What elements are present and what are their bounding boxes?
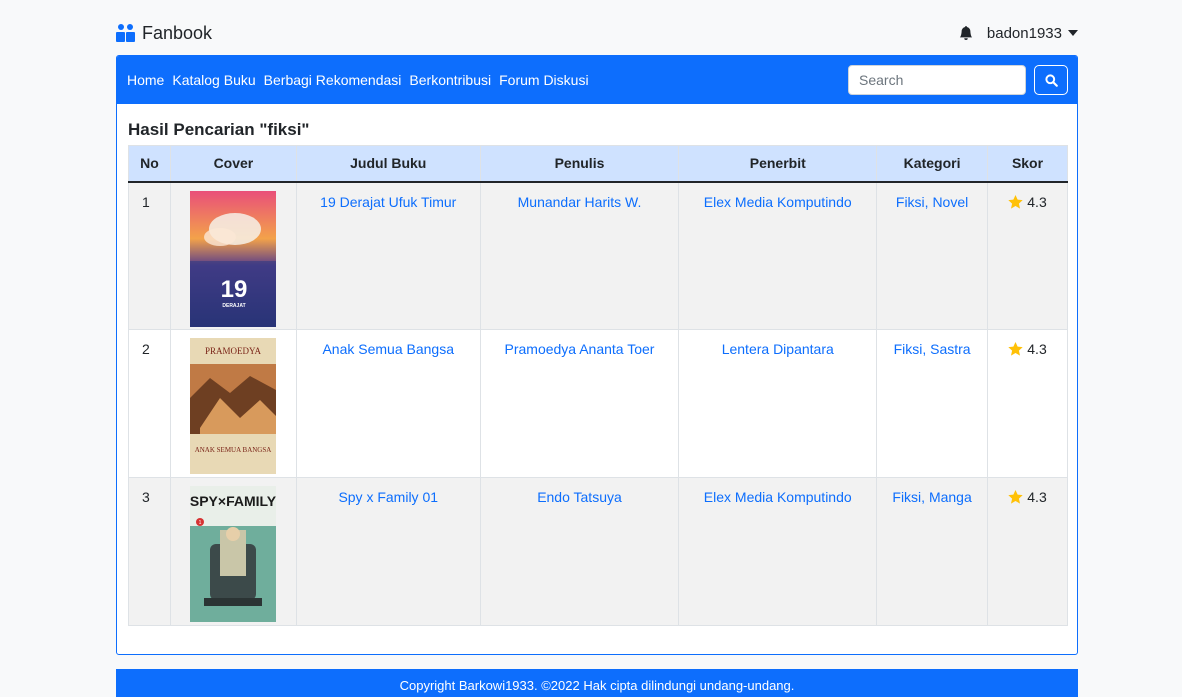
book-title-link[interactable]: Anak Semua Bangsa	[322, 341, 454, 357]
cover-cell: 19 DERAJAT	[169, 181, 297, 330]
column-header-skor: Skor	[987, 145, 1068, 183]
cover-volume-text: 1	[199, 520, 202, 526]
publisher-link[interactable]: Elex Media Komputindo	[704, 194, 852, 210]
book-title-cell: Anak Semua Bangsa	[295, 329, 481, 478]
book-title-link[interactable]: 19 Derajat Ufuk Timur	[320, 194, 456, 210]
caret-down-icon	[1068, 30, 1078, 36]
search-button[interactable]	[1034, 65, 1068, 95]
score-cell: 4.3	[987, 181, 1068, 330]
category-cell: Fiksi, Novel	[876, 181, 989, 330]
top-bar: Fanbook badon1933	[116, 18, 1078, 48]
score-value: 4.3	[1027, 193, 1047, 210]
book-title-cell: 19 Derajat Ufuk Timur	[295, 181, 481, 330]
brand[interactable]: Fanbook	[116, 23, 212, 44]
search-input[interactable]	[848, 65, 1026, 95]
category-link[interactable]: Fiksi, Novel	[896, 194, 968, 210]
search-icon	[1044, 73, 1058, 87]
column-header-no: No	[128, 145, 171, 183]
search-form	[848, 65, 1068, 95]
score: 4.3	[1008, 489, 1047, 505]
author-cell: Endo Tatsuya	[479, 477, 680, 626]
table-row: 2 PRAMOEDYA ANAK SEMUA BANGSA Anak Semua…	[128, 329, 1068, 478]
nav-link-berbagi-rekomendasi[interactable]: Berbagi Rekomendasi	[264, 72, 402, 88]
publisher-cell: Lentera Dipantara	[678, 329, 878, 478]
column-header-cover: Cover	[169, 145, 297, 183]
cover-cell: SPY×FAMILY 1	[169, 477, 297, 626]
cover-title-text: SPY×FAMILY	[190, 493, 276, 509]
category-cell: Fiksi, Manga	[876, 477, 989, 626]
score-cell: 4.3	[987, 477, 1068, 626]
column-header-penulis: Penulis	[479, 145, 680, 183]
cover-title-text: PRAMOEDYA	[205, 346, 262, 356]
cover-subtitle-text: DERAJAT	[223, 303, 246, 309]
score: 4.3	[1008, 341, 1047, 357]
author-link[interactable]: Endo Tatsuya	[537, 489, 622, 505]
book-title-link[interactable]: Spy x Family 01	[338, 489, 438, 505]
nav-link-home[interactable]: Home	[127, 72, 164, 88]
category-link[interactable]: Fiksi, Sastra	[894, 341, 971, 357]
score-cell: 4.3	[987, 329, 1068, 478]
navbar: Home Katalog Buku Berbagi Rekomendasi Be…	[117, 56, 1077, 104]
results-table: No Cover Judul Buku Penulis Penerbit Kat…	[128, 145, 1068, 626]
nav-link-forum-diskusi[interactable]: Forum Diskusi	[499, 72, 588, 88]
category-link[interactable]: Fiksi, Manga	[892, 489, 971, 505]
user-dropdown[interactable]: badon1933	[987, 25, 1078, 42]
main-card: Home Katalog Buku Berbagi Rekomendasi Be…	[116, 55, 1078, 655]
publisher-cell: Elex Media Komputindo	[678, 181, 878, 330]
cover-cell: PRAMOEDYA ANAK SEMUA BANGSA	[169, 329, 297, 478]
nav-links: Home Katalog Buku Berbagi Rekomendasi Be…	[127, 72, 589, 88]
author-link[interactable]: Pramoedya Ananta Toer	[505, 341, 655, 357]
publisher-cell: Elex Media Komputindo	[678, 477, 878, 626]
row-number: 1	[128, 181, 171, 330]
table-row: 3 SPY×FAMILY 1 Spy x Family 01 Endo Tats…	[128, 477, 1068, 626]
brand-name: Fanbook	[142, 22, 213, 43]
table-row: 1 19 DERAJAT 19 Derajat Ufuk Timur Munan…	[128, 181, 1068, 330]
row-number: 2	[128, 329, 171, 478]
column-header-judul-buku: Judul Buku	[295, 145, 481, 183]
copyright-text: Copyright Barkowi1933. ©2022 Hak cipta d…	[399, 678, 795, 693]
book-cover-image[interactable]: PRAMOEDYA ANAK SEMUA BANGSA	[190, 338, 277, 474]
cover-title-text: 19	[221, 276, 248, 303]
publisher-link[interactable]: Elex Media Komputindo	[704, 489, 852, 505]
author-link[interactable]: Munandar Harits W.	[518, 194, 642, 210]
username: badon1933	[986, 24, 1062, 42]
table-header-row: No Cover Judul Buku Penulis Penerbit Kat…	[128, 145, 1068, 183]
column-header-kategori: Kategori	[876, 145, 989, 183]
book-cover-image[interactable]: SPY×FAMILY 1	[190, 486, 277, 622]
star-icon	[1008, 342, 1023, 356]
results-title: Hasil Pencarian "fiksi"	[128, 120, 310, 139]
user-area: badon1933	[959, 25, 1078, 42]
nav-link-berkontribusi[interactable]: Berkontribusi	[409, 72, 491, 88]
publisher-link[interactable]: Lentera Dipantara	[722, 341, 834, 357]
book-title-cell: Spy x Family 01	[295, 477, 481, 626]
row-number: 3	[128, 477, 171, 626]
nav-link-katalog-buku[interactable]: Katalog Buku	[172, 72, 255, 88]
fanbook-logo-icon	[116, 24, 136, 42]
author-cell: Pramoedya Ananta Toer	[479, 329, 680, 478]
cover-subtitle-text: ANAK SEMUA BANGSA	[195, 446, 272, 454]
column-header-penerbit: Penerbit	[678, 145, 878, 183]
score-value: 4.3	[1027, 341, 1047, 357]
category-cell: Fiksi, Sastra	[876, 329, 989, 478]
score: 4.3	[1008, 193, 1047, 210]
score-value: 4.3	[1027, 489, 1047, 505]
book-cover-image[interactable]: 19 DERAJAT	[190, 190, 277, 327]
bell-icon[interactable]	[959, 26, 973, 40]
footer: Copyright Barkowi1933. ©2022 Hak cipta d…	[116, 669, 1078, 697]
author-cell: Munandar Harits W.	[479, 181, 680, 330]
star-icon	[1008, 194, 1023, 209]
star-icon	[1008, 490, 1023, 504]
